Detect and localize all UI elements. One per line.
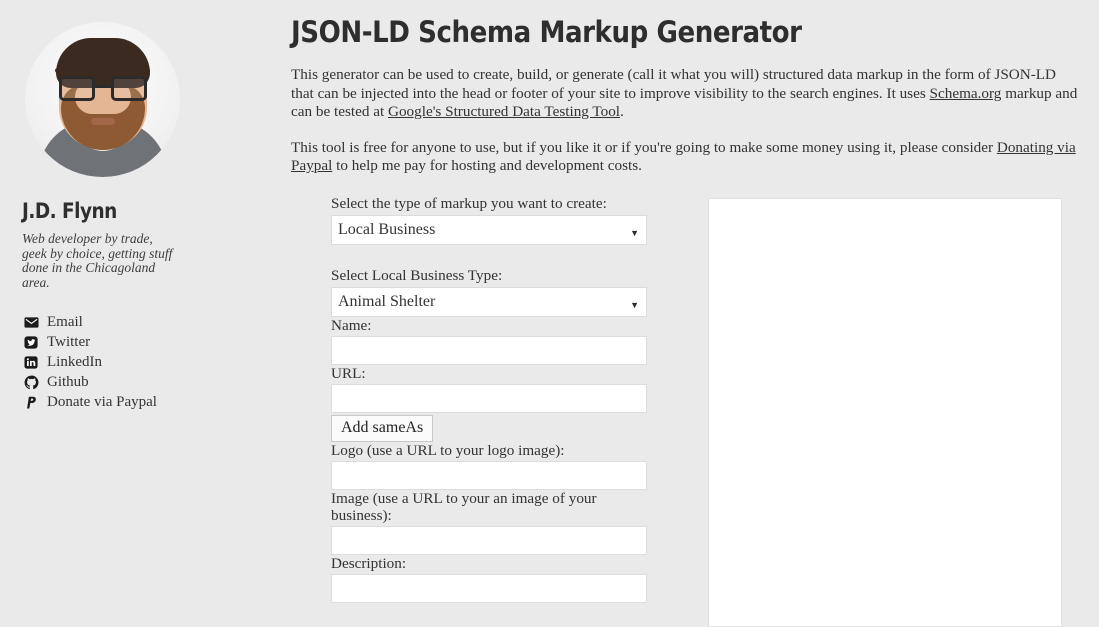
intro-paragraph-1: This generator can be used to create, bu… <box>291 66 1080 122</box>
url-label: URL: <box>331 365 366 382</box>
name-input[interactable] <box>331 336 647 365</box>
sidebar-link-label: Email <box>47 313 83 330</box>
image-label: Image (use a URL to your an image of you… <box>331 490 597 524</box>
sidebar-link-label: LinkedIn <box>47 353 102 370</box>
avatar-eyebrow-left <box>55 68 85 73</box>
intro-paragraph-2: This tool is free for anyone to use, but… <box>291 139 1080 176</box>
linkedin-icon <box>22 353 40 371</box>
intro-text-part-3: . <box>620 103 624 120</box>
schema-org-link[interactable]: Schema.org <box>930 85 1002 102</box>
avatar-eyebrow-right <box>120 68 150 73</box>
github-icon <box>22 373 40 391</box>
sidebar-link-label: Github <box>47 373 89 390</box>
description-label: Description: <box>331 555 407 572</box>
sidebar: J.D. Flynn Web developer by trade, geek … <box>0 0 280 627</box>
avatar-mouth <box>90 118 115 125</box>
name-label: Name: <box>331 317 372 334</box>
paypal-icon <box>22 393 40 411</box>
sidebar-link-label: Twitter <box>47 333 91 350</box>
sidebar-link-label: Donate via Paypal <box>47 393 157 410</box>
glasses-lens-right <box>110 76 147 101</box>
sidebar-link-github[interactable]: Github <box>22 372 260 392</box>
glasses-icon <box>57 76 149 102</box>
image-input[interactable] <box>331 526 647 555</box>
envelope-icon <box>22 313 40 331</box>
logo-input[interactable] <box>331 461 647 490</box>
twitter-icon <box>22 333 40 351</box>
sidebar-link-email[interactable]: Email <box>22 312 260 332</box>
markup-type-select-wrap: Local Business ▼ <box>331 215 647 245</box>
markup-type-label: Select the type of markup you want to cr… <box>331 195 607 212</box>
intro2-text-part-2: to help me pay for hosting and developme… <box>332 157 642 174</box>
business-type-label: Select Local Business Type: <box>331 267 503 284</box>
form-spacer <box>331 245 661 267</box>
generator-workspace: Select the type of markup you want to cr… <box>280 195 1099 627</box>
url-input[interactable] <box>331 384 647 413</box>
page-title: JSON-LD Schema Markup Generator <box>291 15 802 49</box>
add-sameas-button[interactable]: Add sameAs <box>331 415 434 442</box>
description-input[interactable] <box>331 574 647 603</box>
glasses-bridge <box>94 85 111 88</box>
sidebar-links-list: Email Twitter LinkedIn Github Donate via <box>22 312 260 412</box>
business-type-select-wrap: Animal Shelter ▼ <box>331 287 647 317</box>
business-type-select[interactable]: Animal Shelter <box>331 287 647 317</box>
logo-label: Logo (use a URL to your logo image): <box>331 442 565 459</box>
sidebar-author-name: J.D. Flynn <box>22 199 117 223</box>
markup-type-select[interactable]: Local Business <box>331 215 647 245</box>
intro2-text-part-1: This tool is free for anyone to use, but… <box>291 138 997 156</box>
sidebar-tagline: Web developer by trade, geek by choice, … <box>22 231 173 290</box>
avatar <box>25 22 180 177</box>
structured-data-testing-tool-link[interactable]: Google's Structured Data Testing Tool <box>388 103 620 120</box>
sidebar-link-twitter[interactable]: Twitter <box>22 332 260 352</box>
glasses-lens-left <box>58 76 95 101</box>
sidebar-link-linkedin[interactable]: LinkedIn <box>22 352 260 372</box>
sidebar-link-paypal[interactable]: Donate via Paypal <box>22 392 260 412</box>
generator-form: Select the type of markup you want to cr… <box>331 195 661 603</box>
json-ld-output-panel[interactable] <box>708 198 1062 627</box>
